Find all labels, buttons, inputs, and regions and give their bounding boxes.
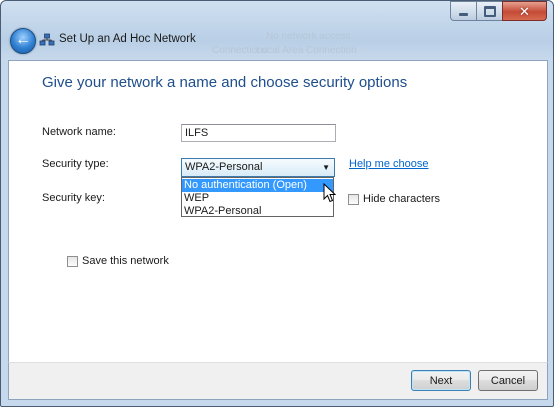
window-title: Set Up an Ad Hoc Network (59, 33, 196, 45)
network-name-label: Network name: (42, 126, 116, 138)
network-icon (39, 33, 55, 46)
save-network-label: Save this network (82, 255, 169, 267)
wizard-window: No network access Connections: Local Are… (0, 0, 554, 407)
minimize-icon (459, 13, 468, 16)
back-arrow-icon: ← (15, 31, 31, 48)
back-button[interactable]: ← (10, 28, 36, 54)
network-name-input[interactable]: ILFS (181, 124, 336, 142)
security-type-label: Security type: (42, 158, 109, 170)
close-button[interactable]: ✕ (502, 1, 547, 21)
background-text-lan: Local Area Connection (256, 45, 357, 56)
security-type-dropdown-list: No authentication (Open) WEP WPA2-Person… (181, 177, 334, 217)
chevron-down-icon: ▼ (322, 163, 330, 172)
cancel-button[interactable]: Cancel (478, 370, 538, 391)
save-network-checkbox[interactable] (67, 256, 78, 267)
maximize-button[interactable] (476, 1, 502, 21)
maximize-icon (483, 5, 496, 17)
option-no-authentication[interactable]: No authentication (Open) (182, 179, 333, 192)
hide-characters-label: Hide characters (363, 193, 441, 205)
security-type-select[interactable]: WPA2-Personal ▼ (181, 158, 335, 177)
close-icon: ✕ (519, 3, 530, 19)
minimize-button[interactable] (450, 1, 476, 21)
security-key-label: Security key: (42, 192, 105, 204)
hide-characters-checkbox[interactable] (348, 194, 359, 205)
option-wpa2-personal[interactable]: WPA2-Personal (182, 205, 333, 218)
wizard-content: Give your network a name and choose secu… (8, 60, 548, 363)
background-window-text: No network access Connections: Local Are… (186, 25, 436, 57)
help-me-choose-link[interactable]: Help me choose (349, 158, 429, 170)
next-button[interactable]: Next (411, 370, 471, 391)
background-text-status: No network access (266, 31, 351, 42)
option-wep[interactable]: WEP (182, 192, 333, 205)
mouse-pointer-icon (323, 183, 337, 203)
security-type-value: WPA2-Personal (185, 161, 263, 173)
page-heading: Give your network a name and choose secu… (42, 74, 408, 91)
window-controls: ✕ (450, 1, 547, 21)
wizard-footer: Next Cancel (8, 362, 548, 400)
